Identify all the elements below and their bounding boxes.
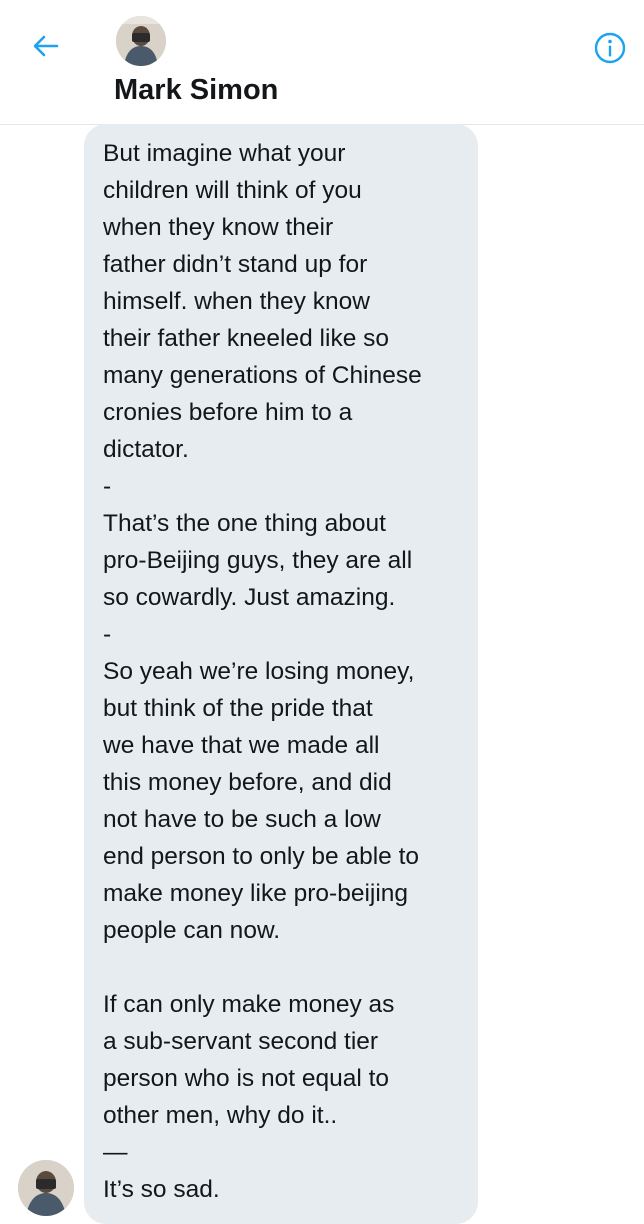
message-line: other men, why do it.. [103, 1102, 338, 1129]
message-line: If can only make money as [103, 991, 395, 1018]
back-button[interactable] [24, 24, 68, 68]
message-line: this money before, and did [103, 769, 392, 796]
avatar-photo [116, 16, 166, 66]
message-line: person who is not equal to [103, 1065, 390, 1092]
message-line: pro-Beijing guys, they are all [103, 547, 413, 574]
sender-avatar[interactable] [18, 1160, 74, 1216]
message-line: That’s the one thing about [103, 510, 386, 537]
message-line: But imagine what your [103, 140, 346, 167]
info-button[interactable] [590, 28, 630, 68]
message-separator: - [103, 621, 112, 648]
message-line: So yeah we’re losing money, [103, 658, 415, 685]
message-line: when they know their [103, 214, 334, 241]
avatar-photo [18, 1160, 74, 1216]
message-line: father didn’t stand up for [103, 251, 368, 278]
message-line: end person to only be able to [103, 843, 420, 870]
message-line: we have that we made all [103, 732, 380, 759]
arrow-left-icon [33, 35, 59, 57]
message-bubble[interactable]: But imagine what your children will thin… [84, 124, 478, 1224]
message-line: people can now. [103, 917, 281, 944]
message-line: not have to be such a low [103, 806, 381, 833]
message-separator: — [103, 1139, 128, 1166]
message-line: cronies before him to a [103, 399, 353, 426]
message-line: It’s so sad. [103, 1176, 220, 1203]
message-line: a sub-servant second tier [103, 1028, 379, 1055]
info-circle-icon [594, 32, 626, 64]
message-line: himself. when they know [103, 288, 370, 315]
message-line: many generations of Chinese [103, 362, 422, 389]
contact-name: Mark Simon [114, 74, 279, 106]
message-line: children will think of you [103, 177, 362, 204]
message-line: so cowardly. Just amazing. [103, 584, 396, 611]
message-line: but think of the pride that [103, 695, 373, 722]
message-separator: - [103, 473, 112, 500]
message-line: make money like pro-beijing [103, 880, 409, 907]
message-line: dictator. [103, 436, 189, 463]
conversation-header: Mark Simon [0, 0, 644, 125]
avatar[interactable] [116, 16, 166, 66]
message-line: their father kneeled like so [103, 325, 389, 352]
